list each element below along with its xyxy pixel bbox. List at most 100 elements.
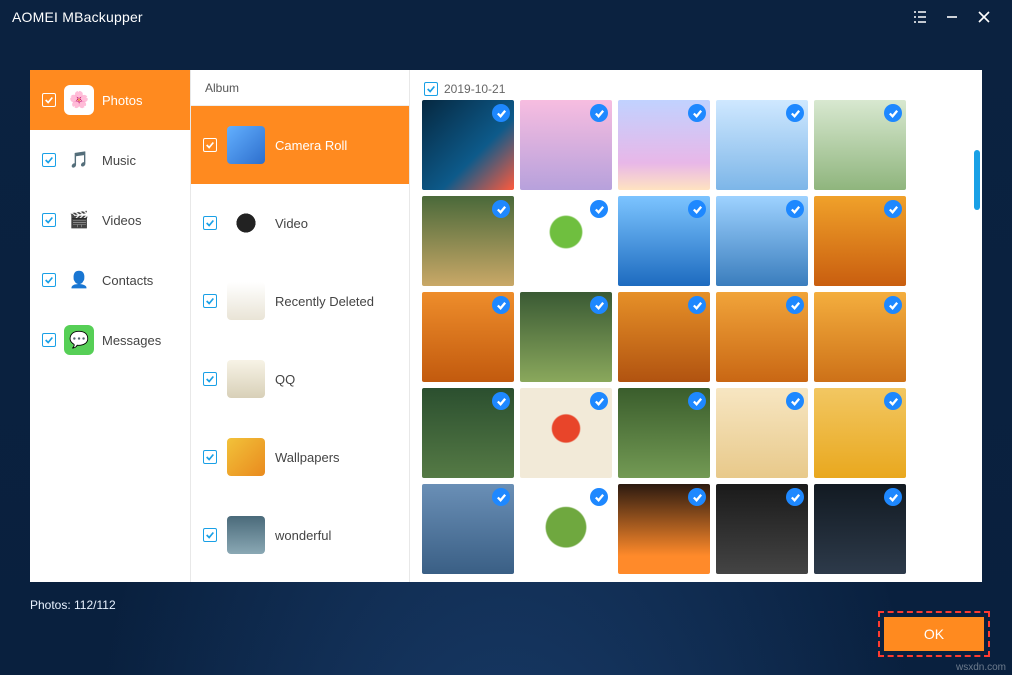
album-checkbox[interactable] <box>203 138 217 152</box>
selected-badge-icon[interactable] <box>492 296 510 314</box>
category-checkbox[interactable] <box>42 273 56 287</box>
photo-gallery: 2019-10-21 <box>410 70 982 582</box>
scrollbar-thumb[interactable] <box>974 150 980 210</box>
album-wonderful[interactable]: wonderful <box>191 496 409 574</box>
selected-badge-icon[interactable] <box>492 488 510 506</box>
selected-badge-icon[interactable] <box>884 296 902 314</box>
album-thumb <box>227 438 265 476</box>
category-checkbox[interactable] <box>42 153 56 167</box>
selected-badge-icon[interactable] <box>786 104 804 122</box>
album-camera-roll[interactable]: Camera Roll <box>191 106 409 184</box>
photo-thumb[interactable] <box>422 100 514 190</box>
photo-thumb[interactable] <box>520 484 612 574</box>
selected-badge-icon[interactable] <box>786 296 804 314</box>
category-videos[interactable]: 🎬Videos <box>30 190 190 250</box>
category-checkbox[interactable] <box>42 93 56 107</box>
album-qq[interactable]: QQ <box>191 340 409 418</box>
album-thumb <box>227 126 265 164</box>
album-recently-deleted[interactable]: Recently Deleted <box>191 262 409 340</box>
selected-badge-icon[interactable] <box>492 104 510 122</box>
album-checkbox[interactable] <box>203 450 217 464</box>
category-label: Messages <box>102 333 161 348</box>
photo-thumb[interactable] <box>716 292 808 382</box>
selected-badge-icon[interactable] <box>688 200 706 218</box>
messages-icon: 💬 <box>64 325 94 355</box>
category-checkbox[interactable] <box>42 333 56 347</box>
selected-badge-icon[interactable] <box>688 104 706 122</box>
selected-badge-icon[interactable] <box>786 392 804 410</box>
date-checkbox[interactable] <box>424 82 438 96</box>
ok-button[interactable]: OK <box>884 617 984 651</box>
category-sidebar: 🌸Photos 🎵 Music 🎬Videos👤Contacts 💬 Messages <box>30 70 190 582</box>
album-header: Album <box>191 70 409 106</box>
photo-thumb[interactable] <box>814 388 906 478</box>
close-icon[interactable] <box>968 0 1000 34</box>
photo-thumb[interactable] <box>520 196 612 286</box>
photo-thumb[interactable] <box>814 100 906 190</box>
photo-thumb[interactable] <box>422 484 514 574</box>
selected-badge-icon[interactable] <box>492 392 510 410</box>
category-messages[interactable]: 💬 Messages <box>30 310 190 370</box>
selected-badge-icon[interactable] <box>492 200 510 218</box>
minimize-icon[interactable] <box>936 0 968 34</box>
selected-badge-icon[interactable] <box>786 200 804 218</box>
category-label: Music <box>102 153 136 168</box>
watermark: wsxdn.com <box>956 662 1006 673</box>
photo-thumb[interactable] <box>814 292 906 382</box>
photo-thumb[interactable] <box>422 292 514 382</box>
album-checkbox[interactable] <box>203 372 217 386</box>
photo-thumb[interactable] <box>520 100 612 190</box>
photo-thumb[interactable] <box>814 196 906 286</box>
selected-badge-icon[interactable] <box>884 104 902 122</box>
photo-thumb[interactable] <box>716 484 808 574</box>
app-title: AOMEI MBackupper <box>12 9 143 25</box>
album-column: Album Camera Roll Video Recently Deleted QQ… <box>190 70 410 582</box>
selected-badge-icon[interactable] <box>884 392 902 410</box>
category-music[interactable]: 🎵 Music <box>30 130 190 190</box>
selected-badge-icon[interactable] <box>590 200 608 218</box>
selected-badge-icon[interactable] <box>688 392 706 410</box>
list-view-icon[interactable] <box>904 0 936 34</box>
photos-icon: 🌸 <box>64 85 94 115</box>
selected-badge-icon[interactable] <box>590 104 608 122</box>
selected-badge-icon[interactable] <box>884 200 902 218</box>
album-label: Video <box>275 216 308 231</box>
photo-thumb[interactable] <box>716 388 808 478</box>
category-contacts[interactable]: 👤Contacts <box>30 250 190 310</box>
selected-badge-icon[interactable] <box>884 488 902 506</box>
album-wallpapers[interactable]: Wallpapers <box>191 418 409 496</box>
album-thumb <box>227 204 265 242</box>
album-checkbox[interactable] <box>203 216 217 230</box>
photo-thumb[interactable] <box>422 196 514 286</box>
photo-thumb[interactable] <box>814 484 906 574</box>
photo-thumb[interactable] <box>618 196 710 286</box>
photo-thumb[interactable] <box>716 100 808 190</box>
photo-thumb[interactable] <box>716 196 808 286</box>
photo-thumb[interactable] <box>618 484 710 574</box>
videos-icon: 🎬 <box>64 205 94 235</box>
album-video[interactable]: Video <box>191 184 409 262</box>
album-label: Camera Roll <box>275 138 347 153</box>
selected-badge-icon[interactable] <box>590 296 608 314</box>
selected-badge-icon[interactable] <box>786 488 804 506</box>
photo-thumb[interactable] <box>520 388 612 478</box>
selected-badge-icon[interactable] <box>688 296 706 314</box>
date-header[interactable]: 2019-10-21 <box>424 82 970 96</box>
photo-thumb[interactable] <box>618 292 710 382</box>
album-label: Recently Deleted <box>275 294 374 309</box>
photo-thumb[interactable] <box>520 292 612 382</box>
selected-badge-icon[interactable] <box>590 392 608 410</box>
album-checkbox[interactable] <box>203 294 217 308</box>
category-checkbox[interactable] <box>42 213 56 227</box>
photo-thumb[interactable] <box>618 100 710 190</box>
photo-thumb[interactable] <box>422 388 514 478</box>
album-checkbox[interactable] <box>203 528 217 542</box>
selected-badge-icon[interactable] <box>590 488 608 506</box>
photo-thumb[interactable] <box>618 388 710 478</box>
category-photos[interactable]: 🌸Photos <box>30 70 190 130</box>
date-label: 2019-10-21 <box>444 82 505 96</box>
album-label: wonderful <box>275 528 331 543</box>
music-icon: 🎵 <box>64 145 94 175</box>
selected-badge-icon[interactable] <box>688 488 706 506</box>
contacts-icon: 👤 <box>64 265 94 295</box>
